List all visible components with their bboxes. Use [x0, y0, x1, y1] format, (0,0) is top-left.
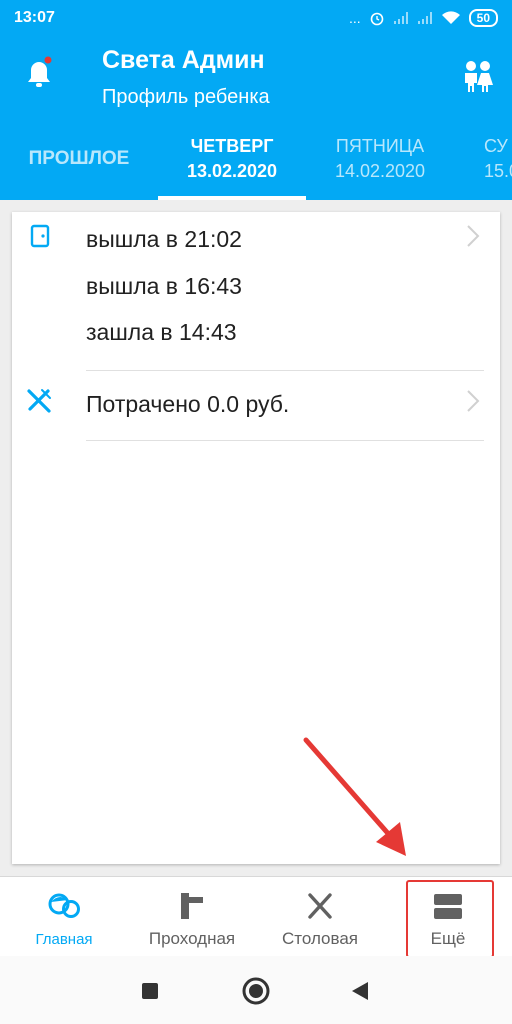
- back-icon[interactable]: [350, 981, 370, 1001]
- app-header: Света Админ Профиль ребенка: [0, 36, 512, 120]
- nav-canteen[interactable]: Столовая: [256, 877, 384, 957]
- user-name[interactable]: Света Админ: [102, 46, 265, 75]
- battery-indicator: 50: [468, 9, 498, 27]
- status-icons: ... 50: [349, 9, 498, 27]
- status-bar: 13:07 ... 50: [0, 0, 512, 36]
- chevron-right-icon[interactable]: [466, 224, 480, 248]
- nav-home[interactable]: Главная: [0, 877, 128, 957]
- annotation-highlight-box: [406, 880, 494, 958]
- divider: [86, 370, 484, 371]
- nav-turnstile[interactable]: Проходная: [128, 877, 256, 957]
- passage-entry[interactable]: вышла в 16:43: [86, 273, 242, 300]
- passage-entry[interactable]: вышла в 21:02: [86, 226, 242, 253]
- profile-subtitle: Профиль ребенка: [102, 86, 270, 108]
- signal-icon-2: [417, 12, 432, 24]
- nav-canteen-label: Столовая: [281, 929, 359, 948]
- children-icon[interactable]: [460, 58, 496, 94]
- annotation-arrow: [303, 737, 406, 856]
- tab-friday[interactable]: ПЯТНИЦА 14.02.2020: [306, 120, 454, 200]
- system-nav-bar: [0, 956, 512, 1024]
- tab-thursday[interactable]: ЧЕТВЕРГ 13.02.2020: [158, 120, 306, 200]
- door-icon: [30, 224, 50, 248]
- bell-icon[interactable]: [24, 56, 54, 90]
- home-button-icon[interactable]: [242, 977, 270, 1005]
- cutlery-icon: [308, 893, 332, 919]
- divider: [86, 440, 484, 441]
- turnstile-icon: [181, 893, 203, 919]
- tab-past[interactable]: ПРОШЛОЕ: [0, 120, 158, 200]
- signal-icon: [393, 12, 408, 24]
- day-events-card: вышла в 21:02 вышла в 16:43 зашла в 14:4…: [12, 212, 500, 864]
- status-time: 13:07: [14, 9, 55, 26]
- recent-apps-icon[interactable]: [141, 982, 159, 1000]
- home-kids-icon: [48, 893, 80, 918]
- date-tabs: ПРОШЛОЕ ЧЕТВЕРГ 13.02.2020 ПЯТНИЦА 14.02…: [0, 120, 512, 200]
- more-dots: ...: [348, 10, 361, 26]
- cutlery-icon: [27, 389, 51, 413]
- chevron-right-icon[interactable]: [466, 389, 480, 413]
- spent-entry[interactable]: Потрачено 0.0 руб.: [86, 391, 289, 418]
- passage-entry[interactable]: зашла в 14:43: [86, 319, 237, 346]
- alarm-icon: [370, 12, 383, 26]
- nav-turnstile-label: Проходная: [148, 929, 236, 948]
- nav-home-label: Главная: [35, 931, 93, 948]
- tab-saturday[interactable]: СУ 15.0: [454, 120, 512, 200]
- wifi-icon: [441, 11, 460, 24]
